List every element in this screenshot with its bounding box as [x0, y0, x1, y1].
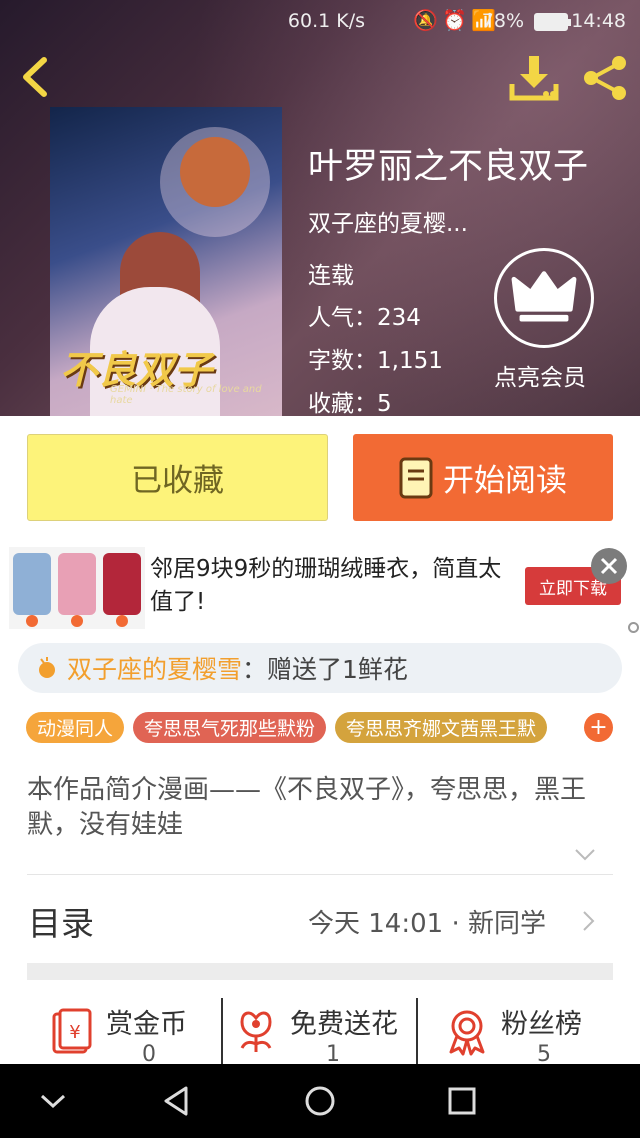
ad-text: 邻居9块9秒的珊瑚绒睡衣，简直太值了! — [150, 556, 502, 615]
tag-chip[interactable]: 动漫同人 — [26, 712, 125, 743]
book-icon — [399, 457, 433, 498]
red-envelope-icon: ¥ — [52, 1008, 92, 1054]
medal-icon — [449, 1010, 485, 1056]
gift-notice: 双子座的夏樱雪 ：赠送了1鲜花 — [18, 643, 622, 693]
divider — [221, 998, 223, 1064]
book-status: 连载 — [308, 263, 354, 289]
close-icon[interactable] — [591, 548, 627, 584]
book-cover: 不良双子 GEMINI · The story of love and hate — [50, 107, 282, 416]
crown-icon[interactable] — [494, 248, 594, 348]
book-title: 叶罗丽之不良双子 — [308, 147, 589, 187]
stat-coins[interactable]: ¥ 赏金币 0 — [50, 998, 220, 1067]
favorited-button[interactable]: 已收藏 — [27, 434, 328, 521]
divider — [416, 998, 418, 1064]
battery-icon — [534, 13, 571, 31]
hide-keyboard-icon[interactable] — [36, 1084, 70, 1118]
back-icon[interactable] — [16, 54, 56, 100]
chevron-down-icon[interactable] — [574, 848, 596, 862]
book-word-count: 字数：1,151 — [308, 348, 443, 374]
add-tag-button[interactable]: + — [584, 713, 613, 742]
status-bar: 60.1 K/s 🔕⏰📶 78% 14:48 — [0, 0, 640, 44]
vip-label[interactable]: 点亮会员 — [494, 358, 586, 392]
hand-icon — [39, 657, 55, 678]
divider — [27, 874, 613, 875]
nav-home-icon[interactable] — [303, 1084, 337, 1118]
book-favorites: 收藏：5 — [308, 391, 392, 417]
system-nav-bar — [0, 1064, 640, 1138]
tag-chip[interactable]: 夸思思气死那些默粉 — [133, 712, 327, 743]
nav-recents-icon[interactable] — [445, 1084, 479, 1118]
stat-flowers[interactable]: 免费送花 1 — [234, 998, 414, 1067]
book-popularity: 人气：234 — [308, 305, 421, 331]
book-description: 本作品简介漫画——《不良双子》，夸思思，黑王默，没有娃娃 — [27, 775, 587, 840]
book-author[interactable]: 双子座的夏樱... — [308, 204, 468, 238]
gift-user[interactable]: 双子座的夏樱雪 — [67, 650, 242, 686]
download-icon[interactable] — [508, 54, 560, 102]
toc-title[interactable]: 目录 — [28, 897, 94, 945]
svg-text:¥: ¥ — [69, 1022, 80, 1043]
start-reading-button[interactable]: 开始阅读 — [353, 434, 613, 521]
gift-message: ：赠送了1鲜花 — [242, 655, 408, 684]
ad-image — [9, 547, 145, 629]
share-icon[interactable] — [580, 54, 632, 102]
stat-fans[interactable]: 粉丝榜 5 — [445, 998, 605, 1067]
flower-icon — [240, 1011, 272, 1052]
clock: 14:48 — [571, 10, 626, 32]
ad-info-icon — [628, 622, 639, 633]
tag-list: 动漫同人 夸思思气死那些默粉 夸思思齐娜文茜黑王默 — [26, 712, 548, 743]
toc-latest-chapter[interactable]: 今天 14:01 · 新同学 — [308, 903, 546, 940]
battery-percent: 78% — [481, 10, 524, 32]
section-gap — [27, 963, 613, 980]
net-speed: 60.1 K/s — [287, 10, 365, 32]
tag-chip[interactable]: 夸思思齐娜文茜黑王默 — [335, 712, 548, 743]
nav-back-icon[interactable] — [160, 1084, 194, 1118]
chevron-right-icon[interactable] — [581, 910, 595, 932]
cover-subtitle: GEMINI · The story of love and hate — [110, 384, 262, 406]
